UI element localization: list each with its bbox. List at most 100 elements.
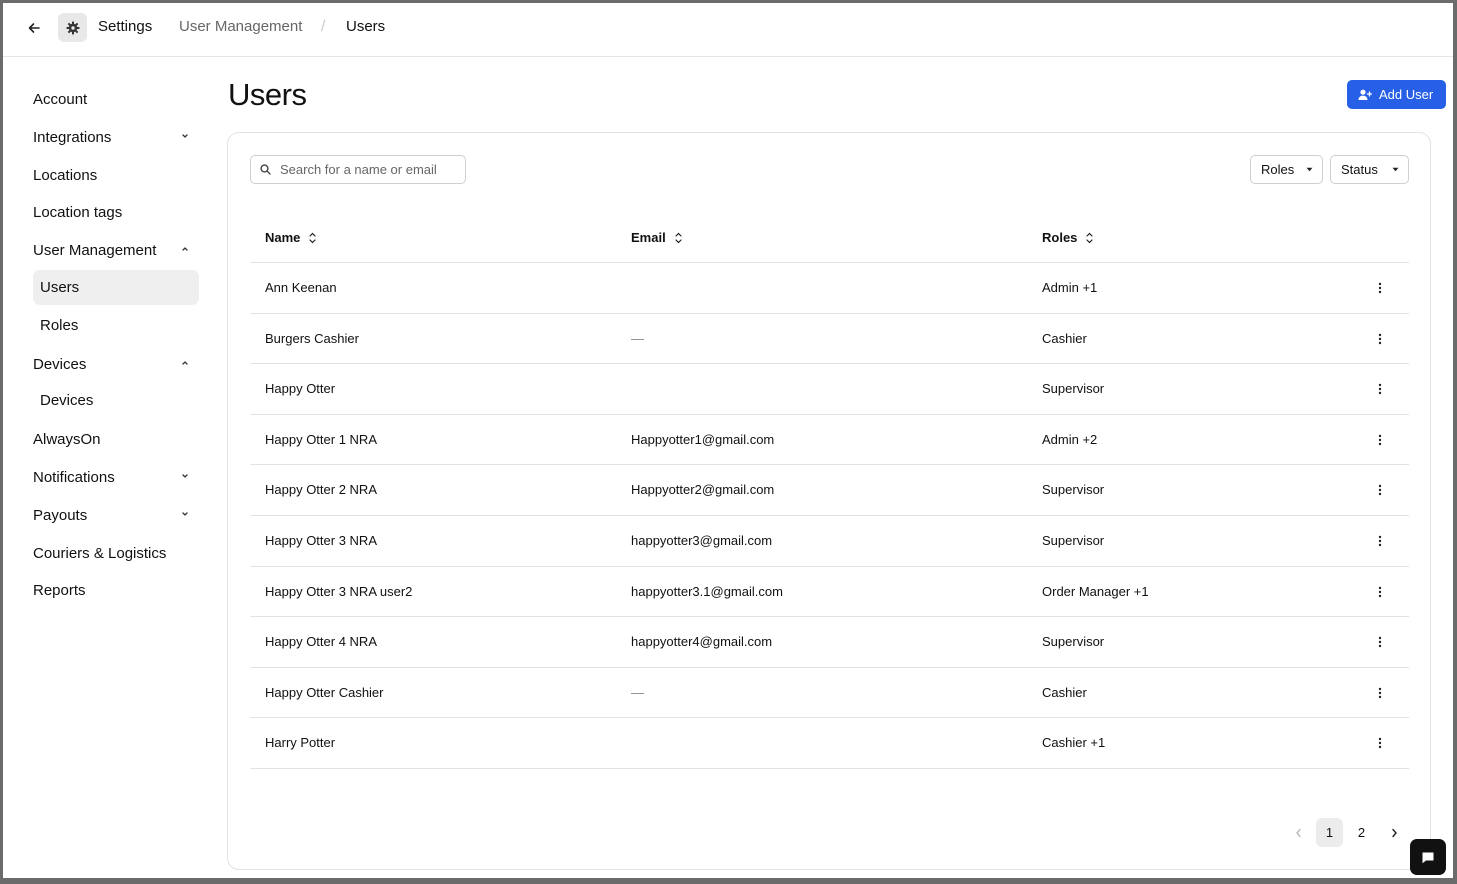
sidebar-item-account[interactable]: Account xyxy=(33,85,203,113)
user-roles: Supervisor xyxy=(1042,482,1105,498)
more-options-icon[interactable] xyxy=(1370,329,1390,349)
sidebar-item-users[interactable]: Users xyxy=(33,270,199,305)
sidebar-item-locations[interactable]: Locations xyxy=(33,161,203,189)
user-roles: Supervisor xyxy=(1042,634,1105,650)
column-header-email[interactable]: Email xyxy=(631,230,682,245)
app-window: Settings User Management / Users Account… xyxy=(0,0,1457,884)
breadcrumb-current: Users xyxy=(346,18,386,35)
table-row[interactable]: Happy Otter 2 NRA Happyotter2@gmail.com … xyxy=(250,465,1409,516)
sidebar-item-label: AlwaysOn xyxy=(33,430,101,448)
user-name: Happy Otter 1 NRA xyxy=(265,431,377,447)
table-row[interactable]: Happy Otter 4 NRA happyotter4@gmail.com … xyxy=(250,617,1409,668)
user-email: Happyotter1@gmail.com xyxy=(631,431,775,447)
table-row[interactable]: Harry Potter Cashier +1 xyxy=(250,718,1409,769)
user-name: Ann Keenan xyxy=(265,280,337,295)
sidebar-item-payouts[interactable]: Payouts xyxy=(33,501,203,529)
page-number: 2 xyxy=(1357,825,1366,840)
chevron-up-icon xyxy=(182,247,188,251)
column-header-name[interactable]: Name xyxy=(265,230,317,245)
caret-down-icon xyxy=(1306,167,1313,172)
column-header-label: Email xyxy=(631,230,666,245)
table-row[interactable]: Happy Otter Cashier — Cashier xyxy=(250,668,1409,719)
user-name: Burgers Cashier xyxy=(265,330,359,346)
more-options-icon[interactable] xyxy=(1370,683,1390,703)
user-name: Happy Otter 3 NRA user2 xyxy=(265,583,413,599)
user-roles: Supervisor xyxy=(1042,532,1105,548)
more-options-icon[interactable] xyxy=(1370,582,1390,602)
table-row[interactable]: Happy Otter 3 NRA happyotter3@gmail.com … xyxy=(250,516,1409,567)
more-options-icon[interactable] xyxy=(1370,531,1390,551)
sidebar-item-label: Notifications xyxy=(33,468,115,486)
user-roles: Cashier +1 xyxy=(1042,735,1106,751)
sidebar-item-label: Roles xyxy=(40,317,79,334)
more-options-icon[interactable] xyxy=(1370,480,1390,500)
search-icon xyxy=(260,164,271,175)
sidebar-item-label: Integrations xyxy=(33,128,112,146)
sort-icon xyxy=(675,232,682,243)
sidebar-item-integrations[interactable]: Integrations xyxy=(33,123,203,151)
sidebar-item-roles[interactable]: Roles xyxy=(33,308,199,343)
sidebar-item-notifications[interactable]: Notifications xyxy=(33,463,203,491)
gear-icon xyxy=(58,13,87,42)
user-roles: Admin +2 xyxy=(1042,431,1098,447)
user-name: Happy Otter 2 NRA xyxy=(265,482,377,498)
page-number: 1 xyxy=(1325,825,1334,840)
sidebar-item-devices[interactable]: Devices xyxy=(33,383,199,418)
more-options-icon[interactable] xyxy=(1370,278,1390,298)
table-row[interactable]: Happy Otter Supervisor xyxy=(250,364,1409,415)
user-email: — xyxy=(631,330,644,346)
user-email: happyotter3.1@gmail.com xyxy=(631,583,783,599)
column-header-roles[interactable]: Roles xyxy=(1042,230,1094,245)
chat-icon[interactable] xyxy=(1410,839,1446,875)
table-row[interactable]: Burgers Cashier — Cashier xyxy=(250,314,1409,365)
sidebar-item-label: Couriers & Logistics xyxy=(33,544,167,562)
users-card: Roles Status Name Email Roles xyxy=(227,132,1431,870)
chevron-down-icon xyxy=(182,134,188,138)
user-roles: Supervisor xyxy=(1042,381,1105,397)
more-options-icon[interactable] xyxy=(1370,430,1390,450)
sidebar-item-label: Location tags xyxy=(33,203,123,221)
sidebar-item-reports[interactable]: Reports xyxy=(33,576,203,604)
user-name: Harry Potter xyxy=(265,735,336,751)
sidebar-item-label: User Management xyxy=(33,241,157,259)
add-user-button[interactable]: Add User xyxy=(1347,80,1446,109)
add-user-icon xyxy=(1358,89,1372,100)
user-email: Happyotter2@gmail.com xyxy=(631,482,775,498)
user-email: happyotter3@gmail.com xyxy=(631,532,773,548)
breadcrumb-settings[interactable]: Settings xyxy=(98,18,152,36)
search-input[interactable] xyxy=(280,162,460,177)
table-row[interactable]: Happy Otter 3 NRA user2 happyotter3.1@gm… xyxy=(250,567,1409,618)
user-name: Happy Otter 3 NRA xyxy=(265,532,377,548)
user-name: Happy Otter 4 NRA xyxy=(265,634,377,650)
page-title: Users xyxy=(228,77,307,112)
top-bar: Settings User Management / Users xyxy=(3,3,1453,57)
sidebar-item-devices-group[interactable]: Devices xyxy=(33,350,203,378)
sidebar-item-label: Devices xyxy=(40,392,94,409)
column-header-label: Roles xyxy=(1042,230,1078,245)
next-page-icon[interactable] xyxy=(1383,818,1405,847)
sidebar-item-alwayson[interactable]: AlwaysOn xyxy=(33,425,203,453)
sidebar-item-location-tags[interactable]: Location tags xyxy=(33,198,203,226)
user-name: Happy Otter Cashier xyxy=(265,684,384,700)
status-filter[interactable]: Status xyxy=(1330,155,1409,184)
sort-icon xyxy=(1086,232,1094,243)
table-row[interactable]: Ann Keenan Admin +1 xyxy=(250,263,1409,314)
user-name: Happy Otter xyxy=(265,381,336,397)
sidebar-item-label: Reports xyxy=(33,581,86,599)
roles-filter[interactable]: Roles xyxy=(1250,155,1323,184)
back-arrow-icon[interactable] xyxy=(21,15,47,41)
sidebar-item-user-management[interactable]: User Management xyxy=(33,236,203,264)
page-2-button[interactable]: 2 xyxy=(1348,818,1375,847)
more-options-icon[interactable] xyxy=(1370,632,1390,652)
breadcrumb-separator: / xyxy=(321,18,326,35)
page-1-button[interactable]: 1 xyxy=(1316,818,1343,847)
table-row[interactable]: Happy Otter 1 NRA Happyotter1@gmail.com … xyxy=(250,415,1409,466)
more-options-icon[interactable] xyxy=(1370,733,1390,753)
breadcrumb-user-management[interactable]: User Management xyxy=(179,18,302,36)
user-email: happyotter4@gmail.com xyxy=(631,634,773,650)
prev-page-icon[interactable] xyxy=(1287,818,1309,847)
more-options-icon[interactable] xyxy=(1370,379,1390,399)
sort-icon xyxy=(309,232,317,243)
search-box[interactable] xyxy=(250,155,466,184)
sidebar-item-couriers-logistics[interactable]: Couriers & Logistics xyxy=(33,539,203,567)
